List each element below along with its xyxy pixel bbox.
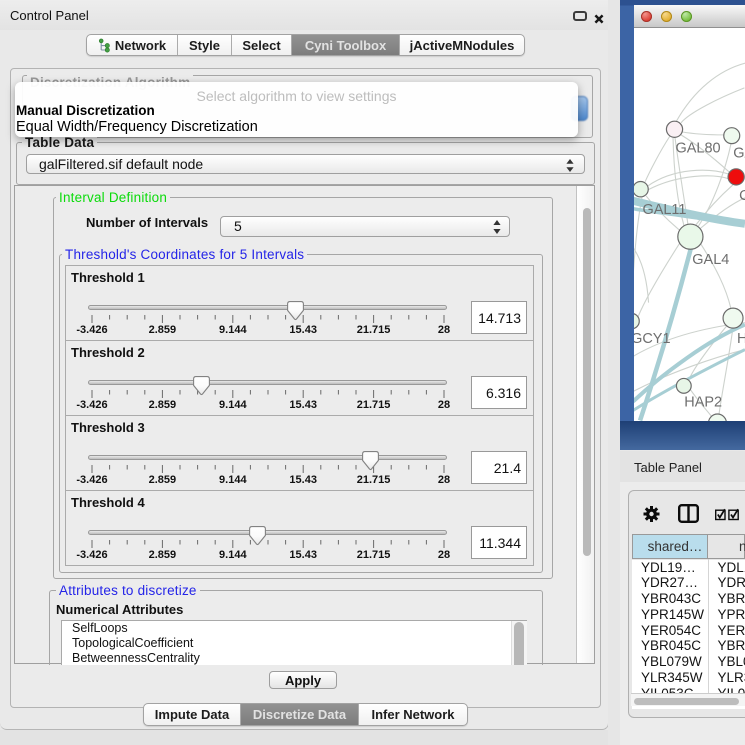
svg-text:GAL11: GAL11 <box>642 202 686 218</box>
svg-text:HAP2: HAP2 <box>684 395 722 411</box>
svg-text:C: C <box>739 188 745 204</box>
svg-text:H: H <box>737 331 745 347</box>
svg-text:GA: GA <box>733 146 745 162</box>
svg-text:GAL4: GAL4 <box>692 252 729 268</box>
svg-text:GCY1: GCY1 <box>634 331 670 347</box>
svg-text:GAL80: GAL80 <box>676 141 721 157</box>
